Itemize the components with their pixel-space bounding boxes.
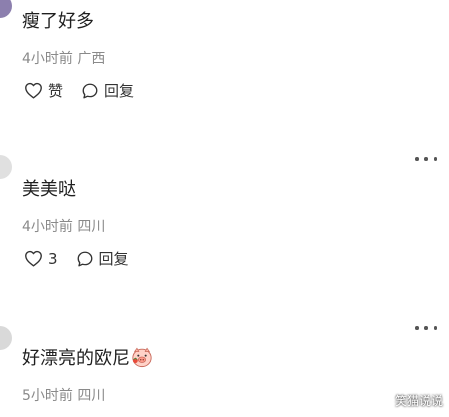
speech-bubble-icon — [82, 83, 98, 98]
dot — [424, 157, 428, 161]
avatar[interactable] — [0, 326, 12, 350]
comment-item: 瘦了好多 4小时前 广西 赞 回复 — [22, 10, 442, 101]
like-count: 3 — [48, 249, 58, 268]
like-button[interactable]: 赞 — [24, 80, 63, 101]
comment-item: 美美哒 4小时前 四川 3 回复 — [22, 178, 442, 269]
comment-meta: 4小时前 四川 — [22, 219, 106, 235]
like-button[interactable]: 3 — [24, 250, 58, 268]
comment-actions: 3 回复 — [24, 248, 442, 269]
more-options-button[interactable] — [415, 154, 437, 164]
dot — [415, 326, 419, 330]
heart-icon — [25, 82, 42, 99]
dot — [415, 157, 419, 161]
avatar[interactable] — [0, 155, 12, 179]
heart-icon — [25, 250, 42, 267]
comment-meta: 4小时前 广西 — [22, 51, 106, 67]
pig-face-emoji — [132, 347, 152, 368]
comment-text: 美美哒 — [22, 179, 76, 200]
comment-text: 瘦了好多 — [22, 11, 94, 32]
dot — [433, 157, 437, 161]
dot — [424, 326, 428, 330]
speech-bubble-icon — [77, 251, 92, 266]
reply-label: 回复 — [104, 82, 135, 100]
reply-button[interactable]: 回复 — [81, 80, 134, 101]
comment-text: 好漂亮的欧尼 — [22, 346, 442, 371]
like-label: 赞 — [48, 82, 64, 100]
avatar[interactable] — [0, 0, 12, 18]
comment-item: 好漂亮的欧尼 5小时前 四川 — [22, 346, 442, 405]
watermark: 笑猫说说 — [394, 394, 443, 408]
more-options-button[interactable] — [415, 323, 437, 333]
reply-label: 回复 — [98, 250, 129, 268]
reply-button[interactable]: 回复 — [76, 248, 129, 269]
comment-feed: 瘦了好多 4小时前 广西 赞 回复 美美哒 4小时前 四川 3 回复 好漂亮的欧… — [0, 0, 449, 417]
dot — [433, 326, 437, 330]
comment-meta: 5小时前 四川 — [22, 388, 106, 404]
comment-actions: 赞 回复 — [24, 80, 442, 101]
comment-text-content: 好漂亮的欧尼 — [22, 348, 130, 369]
